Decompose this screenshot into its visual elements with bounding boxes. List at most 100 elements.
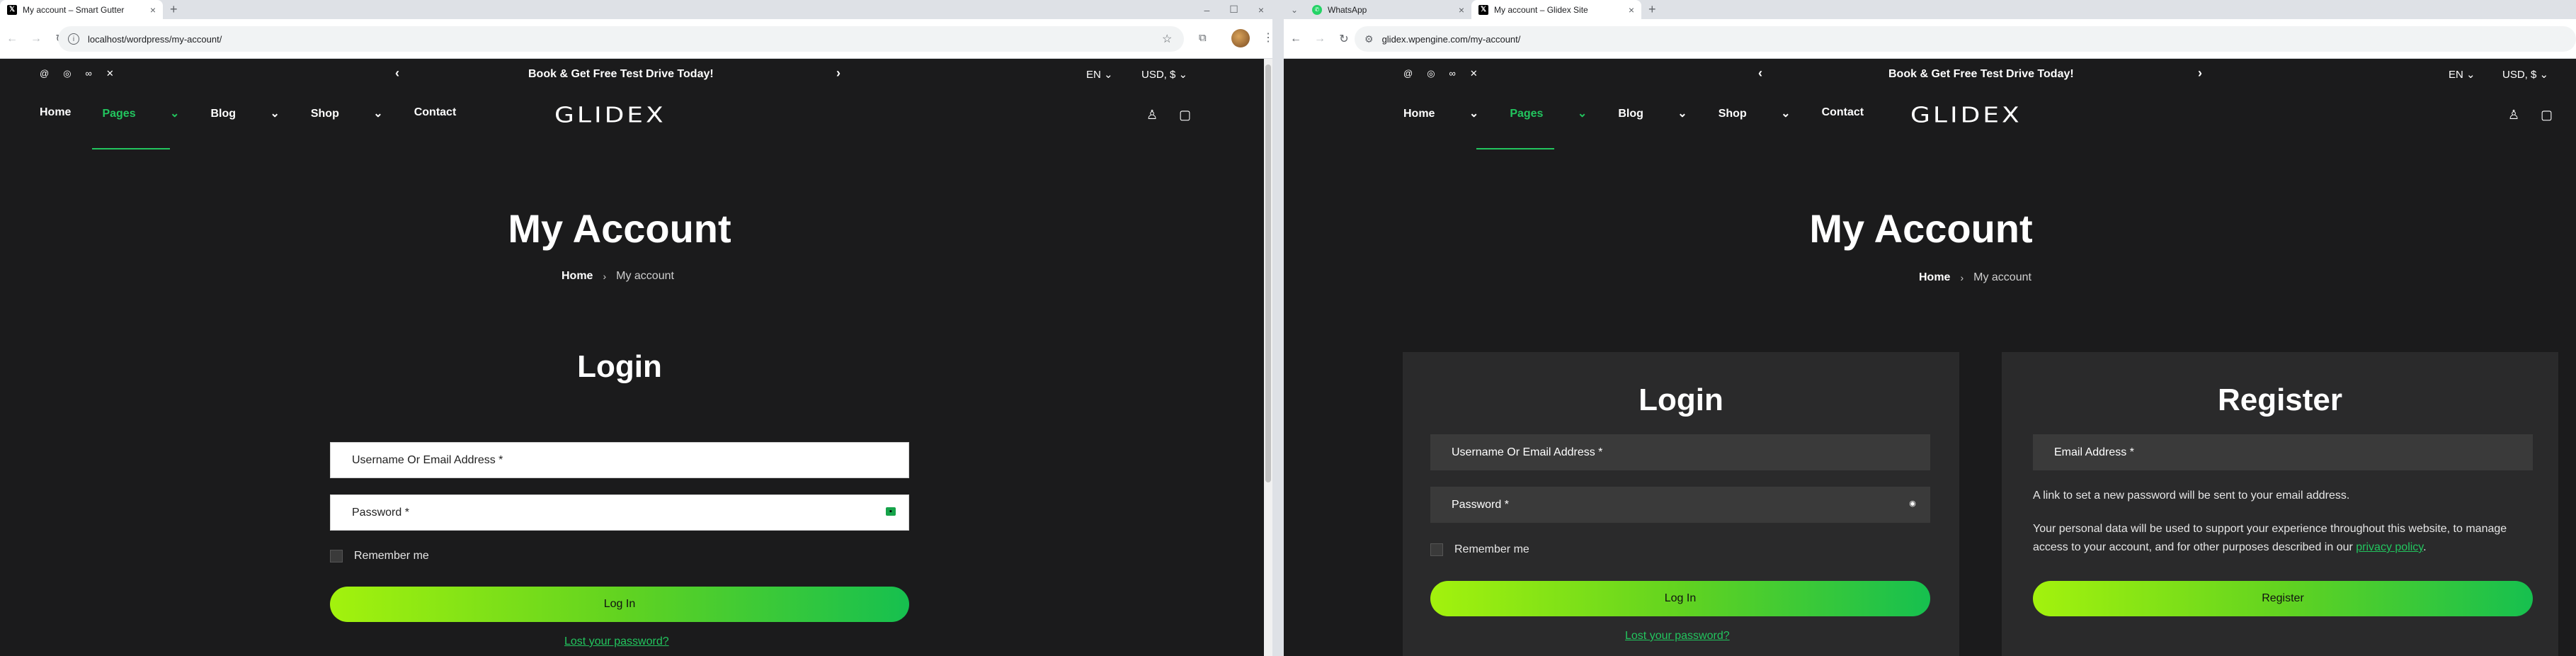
x-icon[interactable]: ✕ — [106, 68, 114, 79]
instagram-icon[interactable]: ◎ — [63, 68, 71, 79]
register-heading: Register — [2217, 383, 2343, 417]
tab-my-account-smart-gutter[interactable]: 𝕏 My account – Smart Gutter × — [0, 0, 163, 19]
register-button[interactable]: Register — [2033, 581, 2533, 616]
password-manager-icon[interactable]: ▪ — [886, 507, 896, 516]
tab-close-icon[interactable]: × — [1629, 4, 1634, 16]
site-page: @ ◎ ∞ ✕ ‹ Book & Get Free Test Drive Tod… — [1284, 59, 2576, 656]
breadcrumb: Home › My account — [562, 270, 674, 283]
tab-search-icon[interactable]: ⌄ — [1284, 0, 1305, 19]
nav-pages[interactable]: Pages ⌄ — [102, 106, 179, 120]
login-button[interactable]: Log In — [1430, 581, 1930, 616]
new-tab-button[interactable]: + — [163, 2, 185, 17]
breadcrumb-home[interactable]: Home — [562, 270, 593, 283]
page-scrollbar[interactable] — [1264, 59, 1272, 656]
email-placeholder: Email Address * — [2054, 446, 2134, 458]
tab-whatsapp[interactable]: ✆ WhatsApp × — [1305, 0, 1471, 19]
username-field[interactable]: Username Or Email Address * — [1430, 434, 1930, 470]
threads-icon[interactable]: @ — [40, 68, 49, 79]
currency-selector[interactable]: USD, $ ⌄ — [2502, 68, 2548, 81]
reload-icon[interactable]: ↻ — [1332, 32, 1356, 46]
forward-arrow-icon[interactable]: → — [1308, 33, 1332, 45]
nav-contact[interactable]: Contact — [1822, 106, 1864, 120]
remember-me[interactable]: Remember me — [1430, 543, 1529, 556]
remember-checkbox[interactable] — [1430, 543, 1443, 556]
nav-contact[interactable]: Contact — [414, 106, 457, 120]
show-password-eye-icon[interactable]: ◉ — [1908, 499, 1917, 508]
page-title: My Account — [1809, 206, 2033, 251]
url-text: localhost/wordpress/my-account/ — [88, 33, 222, 45]
remember-me[interactable]: Remember me — [330, 550, 429, 562]
site-settings-icon[interactable]: ⚙ — [1364, 33, 1374, 45]
scrollbar-thumb[interactable] — [1265, 64, 1271, 482]
remember-checkbox[interactable] — [330, 550, 343, 562]
maximize-button[interactable]: ☐ — [1229, 4, 1238, 16]
forward-arrow-icon[interactable]: → — [24, 33, 48, 45]
threads-icon[interactable]: @ — [1403, 68, 1413, 79]
tab-title: WhatsApp — [1328, 4, 1367, 15]
privacy-policy-link[interactable]: privacy policy — [2356, 541, 2423, 553]
user-icon[interactable]: ♙ — [2508, 108, 2519, 123]
new-tab-button[interactable]: + — [1641, 2, 1663, 17]
tab-my-account-glidex[interactable]: 𝕏 My account – Glidex Site × — [1471, 0, 1641, 19]
nav-pages[interactable]: Pages ⌄ — [1510, 106, 1587, 120]
main-nav: Home Pages ⌄ Blog ⌄ Shop ⌄ Contact — [40, 106, 487, 120]
promo-next-arrow-icon[interactable]: › — [2198, 66, 2202, 81]
language-selector[interactable]: EN ⌄ — [1086, 68, 1113, 81]
cart-icon[interactable]: ▢ — [1179, 108, 1191, 123]
lost-password-link[interactable]: Lost your password? — [1625, 630, 1730, 643]
close-window-button[interactable]: × — [1258, 4, 1264, 16]
tab-title: My account – Glidex Site — [1494, 4, 1588, 15]
password-field[interactable]: Password * ◉ — [1430, 487, 1930, 523]
language-selector[interactable]: EN ⌄ — [2449, 68, 2475, 81]
address-bar-row: ← → ↻ ⚙ glidex.wpengine.com/my-account/ — [1284, 19, 2576, 59]
instagram-icon[interactable]: ◎ — [1427, 68, 1435, 79]
password-field[interactable]: Password * ▪ — [330, 494, 909, 531]
tab-close-icon[interactable]: × — [1459, 4, 1464, 16]
bookmark-star-icon[interactable]: ☆ — [1162, 32, 1172, 46]
login-button[interactable]: Log In — [330, 587, 909, 622]
site-logo[interactable]: GLIDEX — [1910, 103, 2022, 128]
promo-next-arrow-icon[interactable]: › — [836, 66, 840, 81]
address-bar[interactable]: i localhost/wordpress/my-account/ — [58, 26, 1184, 52]
nav-shop[interactable]: Shop ⌄ — [1719, 106, 1791, 120]
promo-prev-arrow-icon[interactable]: ‹ — [395, 66, 399, 81]
info-icon[interactable]: i — [68, 33, 79, 45]
breadcrumb-current: My account — [1973, 271, 2031, 283]
nav-blog[interactable]: Blog ⌄ — [210, 106, 279, 120]
tab-title: My account – Smart Gutter — [23, 4, 125, 15]
page-title: My Account — [508, 206, 731, 251]
minimize-button[interactable]: – — [1204, 4, 1209, 16]
site-logo[interactable]: GLIDEX — [554, 103, 666, 128]
breadcrumb: Home › My account — [1919, 271, 2031, 284]
back-arrow-icon[interactable]: ← — [1284, 33, 1308, 45]
back-arrow-icon[interactable]: ← — [0, 33, 24, 45]
currency-selector[interactable]: USD, $ ⌄ — [1141, 68, 1187, 81]
promo-text: Book & Get Free Test Drive Today! — [528, 68, 714, 80]
meta-icon[interactable]: ∞ — [86, 68, 92, 79]
nav-shop[interactable]: Shop ⌄ — [311, 106, 383, 120]
nav-home[interactable]: Home — [40, 106, 71, 120]
cart-icon[interactable]: ▢ — [2541, 108, 2553, 123]
promo-prev-arrow-icon[interactable]: ‹ — [1758, 66, 1762, 81]
right-browser-window: ⌄ ✆ WhatsApp × 𝕏 My account – Glidex Sit… — [1284, 0, 2576, 656]
lost-password-link[interactable]: Lost your password? — [564, 635, 669, 648]
x-icon[interactable]: ✕ — [1470, 68, 1478, 79]
meta-icon[interactable]: ∞ — [1449, 68, 1456, 79]
nav-shop-label: Shop — [1718, 108, 1747, 120]
url-text: glidex.wpengine.com/my-account/ — [1381, 33, 1521, 45]
address-bar[interactable]: ⚙ glidex.wpengine.com/my-account/ — [1355, 26, 2576, 52]
address-bar-row: ← → ↻ i localhost/wordpress/my-account/ … — [0, 19, 1272, 59]
nav-home[interactable]: Home ⌄ — [1403, 106, 1478, 120]
user-icon[interactable]: ♙ — [1146, 108, 1158, 123]
username-field[interactable]: Username Or Email Address * — [330, 442, 909, 478]
nav-blog[interactable]: Blog ⌄ — [1618, 106, 1687, 120]
extensions-icon[interactable]: ⧉ — [1199, 32, 1207, 44]
breadcrumb-home[interactable]: Home — [1919, 271, 1950, 284]
browser-menu-icon[interactable]: ⋮ — [1263, 30, 1272, 45]
x-favicon-icon: 𝕏 — [1478, 4, 1488, 15]
tab-close-icon[interactable]: × — [150, 4, 156, 16]
email-field[interactable]: Email Address * — [2033, 434, 2533, 470]
nav-pages-label: Pages — [1510, 108, 1544, 120]
profile-avatar[interactable] — [1231, 29, 1250, 47]
whatsapp-favicon-icon: ✆ — [1312, 4, 1322, 15]
